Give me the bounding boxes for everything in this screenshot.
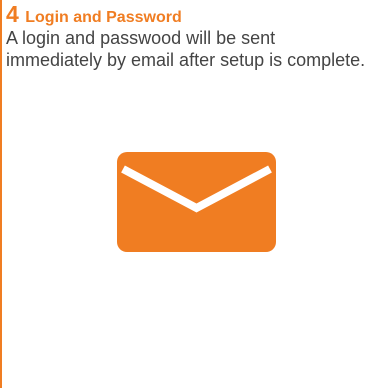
step-number: 4 bbox=[6, 1, 19, 27]
accent-rule bbox=[0, 0, 2, 388]
envelope-icon bbox=[117, 152, 276, 252]
login-password-card: 4 Login and Password A login and passwoo… bbox=[0, 0, 385, 388]
step-description: A login and passwood will be sent immedi… bbox=[6, 28, 366, 70]
step-title: Login and Password bbox=[25, 9, 182, 26]
step-header: 4 Login and Password bbox=[6, 3, 182, 29]
